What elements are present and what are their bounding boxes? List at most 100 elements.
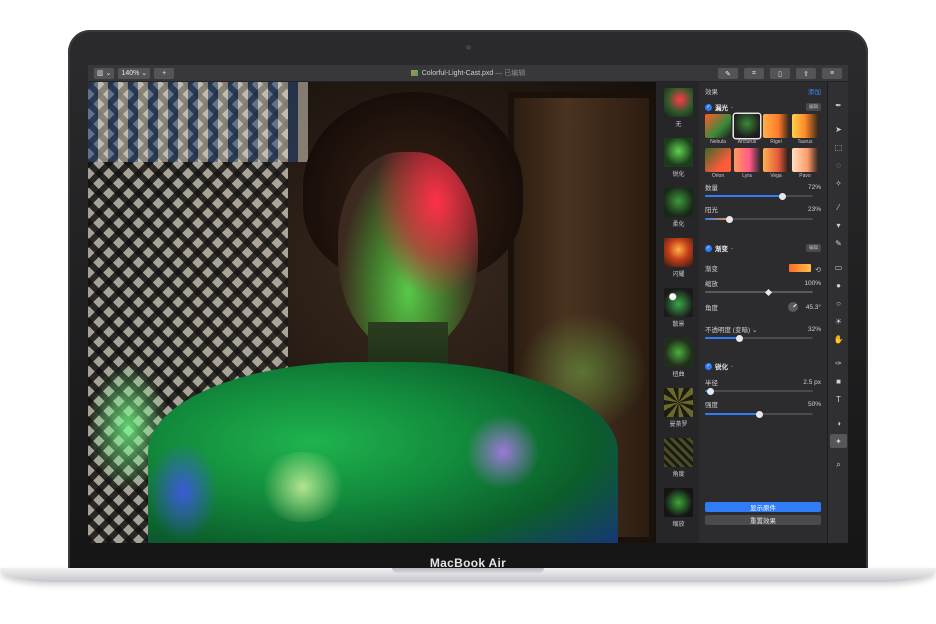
lasso-icon[interactable]: ◌: [828, 158, 848, 172]
effect-item-none[interactable]: 无: [664, 88, 693, 128]
shirt-blue-light: [148, 442, 218, 542]
toolbar: ▥ ⌄ 140% ⌄ + Colorful-Light-Cast.pxd — 已…: [88, 65, 848, 82]
amount-row: 数量 72%: [705, 182, 821, 193]
effect-item-angle[interactable]: 角度: [664, 438, 693, 478]
preset-pavo[interactable]: Pavo: [792, 148, 818, 179]
sliders-icon[interactable]: ≡: [822, 68, 842, 79]
text-icon[interactable]: T: [828, 392, 848, 406]
checkmark-icon[interactable]: ✓: [705, 362, 712, 370]
preset-thumbnail: [792, 148, 818, 172]
image-canvas[interactable]: [88, 82, 655, 543]
effect-item-soften[interactable]: 柔化: [664, 188, 693, 228]
share-icon[interactable]: ⇪: [796, 68, 816, 79]
preset-nebula[interactable]: Nebula: [705, 114, 731, 145]
scale-slider[interactable]: [705, 288, 813, 296]
effect-item-sparkle[interactable]: 闪耀: [664, 238, 693, 278]
view-button[interactable]: ▥ ⌄: [94, 67, 115, 79]
slider-knob[interactable]: [779, 192, 787, 200]
radius-slider[interactable]: [705, 387, 813, 395]
add-button[interactable]: +: [154, 67, 175, 79]
slider-knob[interactable]: [755, 410, 763, 418]
zoom-dropdown[interactable]: 140% ⌄: [118, 67, 151, 79]
preset-vega[interactable]: Vega: [763, 148, 789, 179]
document-name: Colorful-Light-Cast.pxd: [421, 70, 494, 77]
angle-dial[interactable]: [787, 302, 798, 312]
section-title: 锐化: [715, 364, 728, 371]
section-gradient[interactable]: ✓ 渐变 ⌄ 编辑: [705, 243, 821, 253]
zoom-icon[interactable]: ⌕: [828, 458, 848, 472]
angle-label: 角度: [705, 305, 718, 312]
preset-label: Taurus: [797, 139, 813, 145]
pen-nib-icon[interactable]: ✒: [828, 98, 848, 112]
preset-label: Nebula: [710, 139, 726, 145]
section-sharpen[interactable]: ✓ 锐化 ⌄: [705, 361, 821, 371]
rect-select-icon[interactable]: ⬚: [828, 140, 848, 154]
effect-label: 闪耀: [672, 272, 685, 278]
eraser-icon[interactable]: ▭: [828, 260, 848, 274]
effect-thumbnail: [664, 138, 693, 167]
preset-rigel[interactable]: Rigel: [763, 114, 789, 145]
radius-value: 2.5 px: [803, 378, 821, 386]
star-effects-icon[interactable]: ✦: [830, 434, 847, 448]
bucket-icon[interactable]: ▾: [828, 218, 848, 232]
brush-icon[interactable]: ⁄: [828, 200, 848, 214]
effect-item-sharpen[interactable]: 锐化: [664, 138, 693, 178]
effect-thumbnail: [664, 488, 693, 517]
preset-lyra[interactable]: Lyra: [734, 148, 760, 179]
effect-thumbnail: [664, 288, 693, 317]
angle-row: 角度 45.3°: [705, 302, 821, 312]
loop-icon[interactable]: ⟲: [815, 267, 821, 274]
brush-icon[interactable]: ✎: [718, 68, 738, 79]
arrow-icon[interactable]: ➤: [828, 122, 848, 136]
checkmark-icon[interactable]: ✓: [705, 103, 712, 111]
effect-item-bokeh[interactable]: 散景: [664, 288, 693, 328]
slider-knob[interactable]: [736, 334, 744, 342]
preset-thumbnail: [763, 114, 789, 138]
pencil-icon[interactable]: ✎: [828, 236, 848, 250]
document-icon[interactable]: ▯: [770, 68, 790, 79]
intensity-row: 强度 50%: [705, 399, 821, 410]
laptop-lid: ▥ ⌄ 140% ⌄ + Colorful-Light-Cast.pxd — 已…: [68, 30, 868, 578]
lid-notch: [392, 568, 544, 573]
chevron-down-icon[interactable]: ⌄: [730, 363, 734, 369]
add-effect-link[interactable]: 添加: [808, 86, 821, 96]
effect-item-mandala[interactable]: 曼荼罗: [664, 388, 693, 428]
effect-item-distort[interactable]: 扭曲: [664, 338, 693, 378]
chevron-down-icon[interactable]: ⌄: [730, 104, 734, 110]
intensity-slider[interactable]: [705, 410, 813, 418]
scale-label: 缩放: [705, 281, 718, 288]
preset-taurus[interactable]: Taurus: [792, 114, 818, 145]
section-light-leak[interactable]: ✓ 漏光 ⌄ 编辑: [705, 102, 821, 112]
preset-label: Vega: [770, 173, 782, 179]
slider-knob[interactable]: [765, 288, 773, 296]
gradient-row: 渐变 ⟲: [705, 259, 821, 277]
pen-icon[interactable]: ✑: [828, 356, 848, 370]
edit-tag[interactable]: 编辑: [806, 103, 821, 111]
crop-icon[interactable]: ⌗: [744, 68, 764, 79]
opacity-label[interactable]: 不透明度 (变暗) ⌄: [705, 324, 757, 334]
amount-slider[interactable]: [705, 192, 813, 200]
effect-label: 扭曲: [672, 372, 685, 378]
slider-knob[interactable]: [706, 387, 714, 395]
preset-arcturus[interactable]: Arcturus: [734, 114, 760, 145]
shape-icon[interactable]: ■: [828, 374, 848, 388]
show-original-button[interactable]: 显示原件: [705, 502, 821, 512]
hand-icon[interactable]: ✋: [828, 332, 848, 346]
preset-label: Orion: [711, 173, 725, 179]
edit-tag[interactable]: 编辑: [806, 244, 821, 252]
blur-icon[interactable]: ○: [828, 296, 848, 310]
slider-knob[interactable]: [726, 215, 734, 223]
checkmark-icon[interactable]: ✓: [705, 244, 712, 252]
reset-effects-button[interactable]: 重置效果: [705, 515, 821, 525]
chevron-down-icon[interactable]: ⌄: [730, 245, 734, 251]
magic-wand-icon[interactable]: ✧: [828, 176, 848, 190]
color-icon[interactable]: ◑: [828, 416, 848, 430]
gradient-swatch[interactable]: [789, 264, 812, 272]
repair-icon[interactable]: ●: [828, 278, 848, 292]
opacity-slider[interactable]: [705, 334, 813, 342]
preset-orion[interactable]: Orion: [705, 148, 731, 179]
sunlight-slider[interactable]: [705, 215, 813, 223]
sun-icon[interactable]: ☀: [828, 314, 848, 328]
scale-row: 缩放 100%: [705, 278, 821, 289]
effect-item-zoom[interactable]: 缩放: [664, 488, 693, 528]
